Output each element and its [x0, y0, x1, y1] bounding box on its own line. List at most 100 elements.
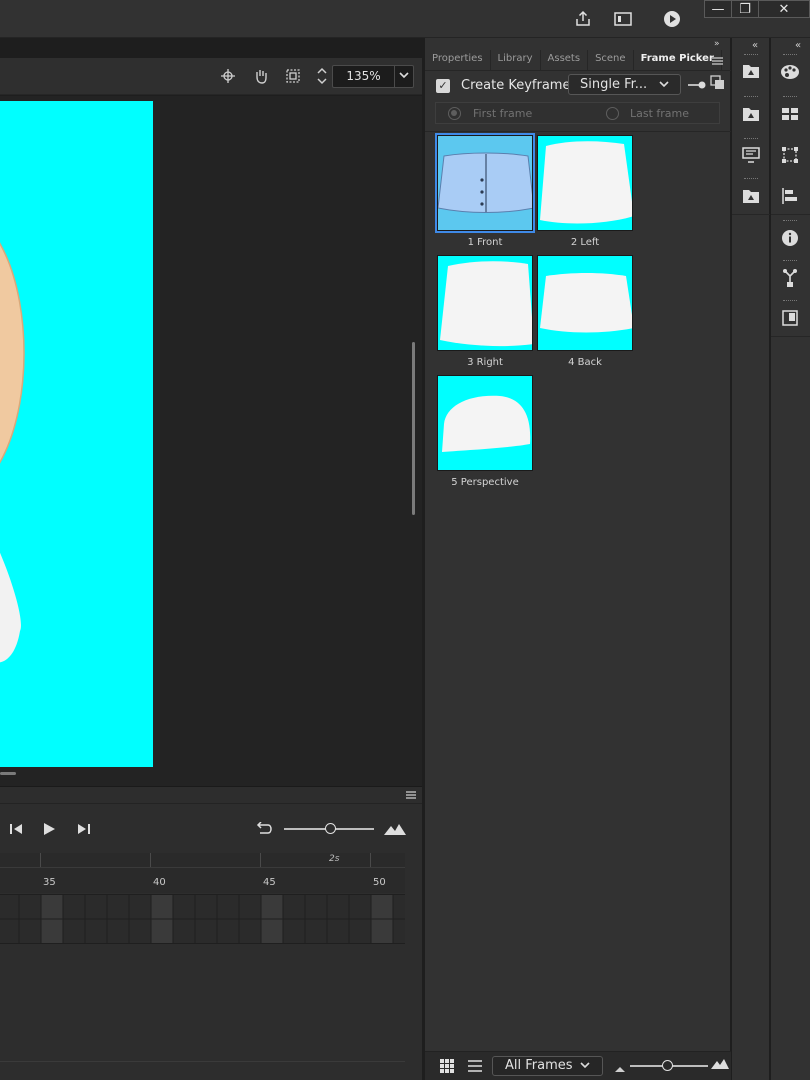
- library-folder-icon[interactable]: [740, 60, 762, 82]
- perspective-view-artwork: [442, 395, 531, 452]
- frame-label: 5 Perspective: [451, 477, 519, 488]
- zoom-select[interactable]: 135%: [332, 65, 414, 88]
- last-frame-label: Last frame: [630, 107, 690, 120]
- divider: [0, 803, 422, 804]
- restore-button[interactable]: ❐: [731, 0, 759, 18]
- minimize-button[interactable]: —: [704, 0, 732, 18]
- dock-column-1: «: [731, 38, 770, 1080]
- frame-thumbnail-front[interactable]: [435, 133, 535, 233]
- list-view-icon[interactable]: [468, 1059, 484, 1073]
- restore-icon: ❐: [739, 1, 751, 17]
- first-frame-radio[interactable]: [448, 107, 461, 120]
- frame-thumbnail-left[interactable]: [537, 135, 633, 231]
- panel-footer: All Frames: [425, 1051, 731, 1080]
- mode-select-value: Single Fr...: [580, 77, 648, 92]
- first-frame-label: First frame: [473, 107, 533, 120]
- dock-grip[interactable]: [744, 54, 758, 57]
- divider: [771, 214, 810, 215]
- create-keyframe-label: Create Keyframe: [461, 78, 571, 93]
- output-monitor-icon[interactable]: [740, 144, 762, 166]
- hand-rotate-icon[interactable]: [251, 66, 271, 86]
- frame-thumbnail-back[interactable]: [537, 255, 633, 351]
- frame-label: 1 Front: [467, 237, 503, 248]
- loop-icon[interactable]: [254, 820, 274, 838]
- divider: [0, 1061, 405, 1062]
- info-icon[interactable]: [779, 227, 801, 249]
- collapse-panel-icon[interactable]: »: [714, 39, 720, 49]
- tab-properties[interactable]: Properties: [425, 50, 491, 70]
- dock-grip[interactable]: [744, 178, 758, 181]
- tab-scene[interactable]: Scene: [588, 50, 634, 70]
- panel-layout-icon[interactable]: [612, 8, 634, 30]
- clip-canvas-icon[interactable]: [283, 66, 303, 86]
- dock-grip[interactable]: [783, 220, 797, 223]
- tab-frame-picker[interactable]: Frame Picker: [634, 50, 722, 70]
- close-icon: ✕: [778, 1, 790, 17]
- transform-icon[interactable]: [779, 144, 801, 166]
- frames-grid[interactable]: [0, 894, 405, 944]
- mountains-icon[interactable]: [384, 822, 406, 836]
- divider: [732, 214, 770, 215]
- close-button[interactable]: ✕: [758, 0, 810, 18]
- time-marker: 2s: [329, 854, 340, 864]
- divider: [425, 131, 731, 132]
- zoom-stepper-icon[interactable]: [312, 66, 332, 86]
- slider-handle[interactable]: [325, 823, 336, 834]
- create-keyframe-checkbox[interactable]: ✓: [436, 79, 450, 93]
- ruler-number: 35: [43, 877, 56, 888]
- front-view-artwork: [438, 152, 532, 213]
- share-icon[interactable]: [572, 8, 594, 30]
- copy-icon[interactable]: [710, 75, 726, 91]
- ruler-number: 45: [263, 877, 276, 888]
- dock-grip[interactable]: [783, 54, 797, 57]
- dock-grip[interactable]: [783, 260, 797, 263]
- slider-handle[interactable]: [662, 1060, 673, 1071]
- stage-canvas[interactable]: [0, 101, 153, 767]
- components-icon[interactable]: [779, 267, 801, 289]
- zoom-value: 135%: [333, 66, 395, 87]
- frame-filter-select[interactable]: All Frames: [492, 1056, 603, 1076]
- panel-tabs: Properties Library Assets Scene Frame Pi…: [425, 50, 731, 71]
- panel-menu-icon[interactable]: [712, 54, 724, 65]
- expand-dock-icon[interactable]: «: [795, 40, 801, 51]
- link-icon[interactable]: [687, 79, 707, 91]
- grid-view-icon[interactable]: [439, 1058, 455, 1074]
- mode-select[interactable]: Single Fr...: [568, 74, 681, 95]
- dock-grip[interactable]: [744, 138, 758, 141]
- frame-range-row: First frame Last frame: [435, 102, 720, 124]
- timeline-ruler[interactable]: 2s 35 40 45 50: [0, 853, 405, 893]
- frame-thumbnail-perspective[interactable]: [437, 375, 533, 471]
- tab-assets[interactable]: Assets: [541, 50, 589, 70]
- timeline-panel: 2s 35 40 45 50: [0, 786, 422, 1080]
- ruler-number: 50: [373, 877, 386, 888]
- small-mountain-icon[interactable]: [615, 1061, 625, 1072]
- scene-folder-icon[interactable]: [740, 185, 762, 207]
- assets-folder-icon[interactable]: [740, 103, 762, 125]
- step-forward-icon[interactable]: [74, 820, 92, 838]
- snap-crosshair-icon[interactable]: [218, 66, 238, 86]
- horizontal-scrollbar[interactable]: [0, 772, 16, 775]
- chevron-down-icon: [659, 75, 669, 94]
- frame-thumbnail-right[interactable]: [437, 255, 533, 351]
- color-palette-icon[interactable]: [779, 61, 801, 83]
- dock-grip[interactable]: [783, 300, 797, 303]
- frame-label: 3 Right: [467, 357, 503, 368]
- tab-library[interactable]: Library: [491, 50, 541, 70]
- history-icon[interactable]: [779, 307, 801, 329]
- left-view-artwork: [540, 141, 632, 224]
- swatches-icon[interactable]: [779, 103, 801, 125]
- ruler-number: 40: [153, 877, 166, 888]
- last-frame-radio[interactable]: [606, 107, 619, 120]
- frame-label: 4 Back: [568, 357, 602, 368]
- vertical-scrollbar[interactable]: [412, 342, 415, 515]
- step-back-icon[interactable]: [8, 820, 26, 838]
- play-icon[interactable]: [40, 820, 58, 838]
- expand-dock-icon[interactable]: «: [752, 40, 758, 51]
- timeline-menu-icon[interactable]: [404, 789, 418, 801]
- dock-grip[interactable]: [744, 96, 758, 99]
- align-icon[interactable]: [779, 185, 801, 207]
- large-mountain-icon[interactable]: [711, 1058, 729, 1070]
- dock-grip[interactable]: [783, 96, 797, 99]
- test-movie-play-icon[interactable]: [661, 8, 683, 30]
- frame-picker-panel: » Properties Library Assets Scene Frame …: [424, 38, 731, 1080]
